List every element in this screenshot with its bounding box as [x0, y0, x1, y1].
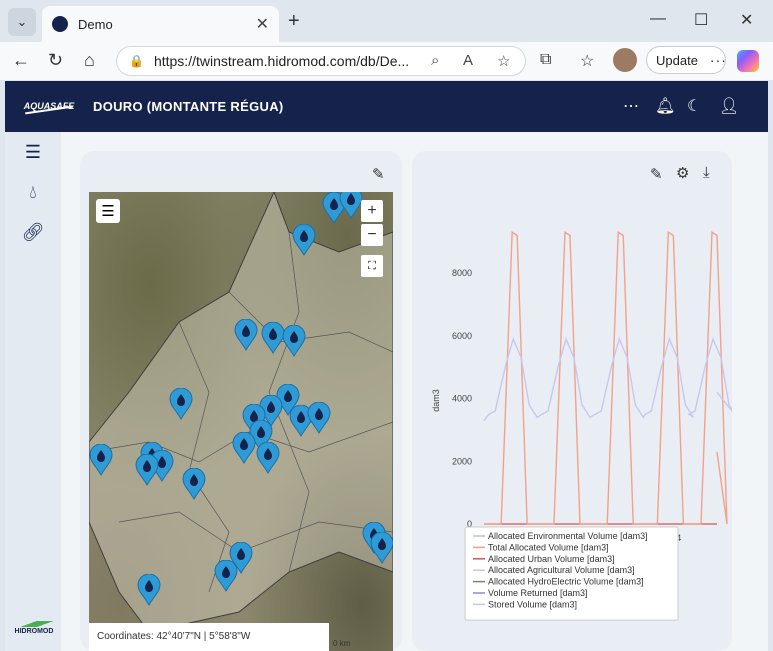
legend-entry: Volume Returned [dam3] [488, 588, 588, 598]
favorites-icon[interactable]: ☆ [580, 51, 594, 71]
legend-entry: Allocated HydroElectric Volume [dam3] [488, 577, 644, 587]
legend-entry: Total Allocated Volume [dam3] [488, 542, 609, 552]
back-icon[interactable]: ← [12, 50, 30, 71]
station-marker-icon[interactable] [307, 401, 331, 434]
read-aloud-icon[interactable]: A [463, 52, 473, 69]
page-title: DOURO (MONTANTE RÉGUA) [93, 99, 284, 114]
update-button[interactable]: Update ··· [646, 46, 726, 74]
time-series-chart[interactable]: 0200040006000800020222024dam3Allocated E… [412, 151, 732, 651]
dark-mode-moon-icon[interactable]: ☾ [687, 96, 701, 116]
zoom-out-button[interactable]: − [361, 224, 383, 246]
new-tab-icon[interactable]: + [288, 10, 300, 33]
station-marker-icon[interactable] [234, 318, 258, 351]
aquasafe-logo: AQUASAFE [23, 93, 75, 119]
station-marker-icon[interactable] [214, 559, 238, 592]
station-marker-icon[interactable] [89, 443, 113, 476]
station-marker-icon[interactable] [137, 573, 161, 606]
series-line-total-allocated [484, 231, 728, 525]
water-drop-icon[interactable]: 💧︎ [21, 182, 45, 203]
map-scale: 0 km [333, 639, 351, 648]
y-tick-label: 4000 [452, 394, 472, 404]
station-marker-icon[interactable] [182, 467, 206, 500]
station-marker-icon[interactable] [256, 441, 280, 474]
station-marker-icon[interactable] [282, 324, 306, 357]
browser-tab[interactable]: Demo ✕ [42, 6, 279, 42]
legend-entry: Allocated Environmental Volume [dam3] [488, 531, 648, 541]
profile-avatar[interactable] [613, 48, 637, 72]
link-icon[interactable]: 🔗︎ [21, 222, 45, 243]
y-tick-label: 8000 [452, 268, 472, 278]
y-axis-label: dam3 [431, 389, 441, 412]
copilot-icon[interactable] [737, 50, 759, 72]
lock-icon[interactable]: 🔒 [129, 54, 144, 68]
legend-entry: Allocated Agricultural Volume [dam3] [488, 565, 635, 575]
tab-actions-menu-icon[interactable]: ⌄ [8, 8, 36, 36]
hamburger-menu-icon[interactable]: ☰ [21, 142, 45, 163]
legend-entry: Stored Volume [dam3] [488, 599, 577, 609]
basin-boundary [89, 192, 393, 633]
home-icon[interactable]: ⌂ [84, 50, 95, 71]
tab-favicon [52, 16, 68, 32]
address-bar[interactable]: 🔒 https://twinstream.hidromod.com/db/De.… [116, 46, 526, 76]
chart-panel: ✎ ⚙ ⤓ 0200040006000800020222024dam3Alloc… [412, 151, 732, 651]
extensions-icon[interactable]: ⧉ [540, 51, 551, 69]
map-layers-menu-icon[interactable]: ☰ [96, 199, 120, 223]
station-marker-icon[interactable] [370, 531, 393, 564]
bell-icon[interactable]: 🔔︎ [655, 96, 675, 116]
map-panel: ✎ ☰ + − ⛶ Coordinates: 42°40'7"N | 5°58'… [80, 151, 402, 651]
tab-close-icon[interactable]: ✕ [256, 14, 269, 34]
map-view[interactable]: ☰ + − ⛶ Coordinates: 42°40'7"N | 5°58'8"… [89, 192, 393, 651]
legend-entry: Allocated Urban Volume [dam3] [488, 554, 615, 564]
app-container: AQUASAFE DOURO (MONTANTE RÉGUA) ⋯ 🔔︎ ☾ 👤… [5, 81, 768, 651]
station-marker-icon[interactable] [232, 431, 256, 464]
close-window-icon[interactable]: ✕ [740, 10, 753, 30]
station-marker-icon[interactable] [135, 453, 159, 486]
app-header: AQUASAFE DOURO (MONTANTE RÉGUA) ⋯ 🔔︎ ☾ 👤… [5, 81, 768, 132]
y-tick-label: 6000 [452, 331, 472, 341]
update-label: Update [656, 52, 698, 68]
coordinates-readout: Coordinates: 42°40'7"N | 5°58'8"W [89, 623, 329, 651]
zoom-in-button[interactable]: + [361, 200, 383, 222]
station-marker-icon[interactable] [169, 387, 193, 420]
tab-title: Demo [78, 16, 113, 32]
sidebar: ☰ 💧︎ 🔗︎ [5, 132, 61, 651]
more-menu-icon[interactable]: ⋯ [623, 96, 639, 116]
favorite-star-icon[interactable]: ☆ [497, 52, 510, 70]
minimize-icon[interactable]: — [650, 10, 666, 28]
hidromod-logo: HIDROMOD [9, 621, 59, 635]
station-marker-icon[interactable] [339, 192, 363, 219]
edit-note-icon[interactable]: ✎ [372, 165, 385, 183]
station-marker-icon[interactable] [292, 223, 316, 256]
y-tick-label: 2000 [452, 456, 472, 466]
refresh-icon[interactable]: ↻ [48, 50, 63, 71]
url-text: https://twinstream.hidromod.com/db/De... [153, 53, 410, 69]
more-options-icon[interactable]: ··· [710, 52, 727, 68]
maximize-icon[interactable]: ☐ [694, 10, 708, 30]
fullscreen-icon[interactable]: ⛶ [361, 255, 383, 277]
browser-tab-bar: ⌄ Demo ✕ + — ☐ ✕ [0, 0, 773, 42]
zoom-search-icon[interactable]: ⌕ [431, 52, 439, 69]
user-icon[interactable]: 👤︎ [719, 96, 739, 116]
